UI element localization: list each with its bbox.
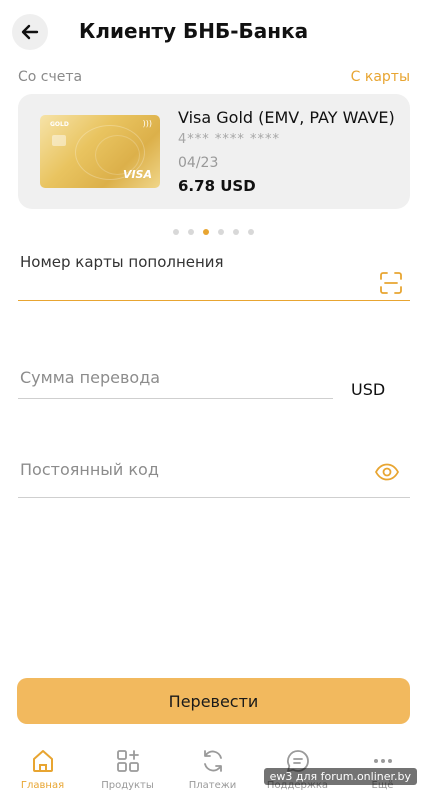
contactless-icon: ))) — [142, 119, 152, 128]
switch-to-card-link[interactable]: С карты — [351, 69, 410, 85]
selected-card[interactable]: GOLD ))) VISA Visa Gold (EMV, PAY WAVE) … — [18, 94, 410, 209]
card-number: 4*** **** **** — [178, 132, 281, 147]
source-row: Со счета С карты — [18, 68, 410, 88]
header: Клиенту БНБ-Банка — [0, 0, 427, 62]
amount-field[interactable]: Сумма перевода — [18, 360, 333, 399]
payments-icon — [203, 750, 222, 772]
scan-icon[interactable] — [380, 272, 402, 294]
tab-label: Продукты — [101, 780, 154, 791]
carousel-dot[interactable] — [173, 229, 179, 235]
page-title: Клиенту БНБ-Банка — [79, 19, 309, 43]
watermark: ew3 для forum.onliner.by — [263, 768, 417, 785]
chip-icon — [52, 135, 66, 146]
tab-label: Платежи — [188, 780, 237, 791]
card-number-field[interactable]: Номер карты пополнения — [18, 247, 410, 301]
card-expiry: 04/23 — [178, 155, 219, 171]
carousel-dot[interactable] — [218, 229, 224, 235]
card-image: GOLD ))) VISA — [40, 115, 160, 188]
carousel-dot[interactable] — [188, 229, 194, 235]
carousel-indicator — [173, 229, 254, 235]
carousel-dot-active[interactable] — [203, 229, 209, 235]
card-number-field-label: Номер карты пополнения — [20, 253, 224, 271]
products-icon — [116, 750, 139, 772]
back-button[interactable] — [12, 14, 48, 50]
card-image-label: GOLD — [50, 121, 69, 128]
source-label: Со счета — [18, 69, 83, 85]
code-field-label: Постоянный код — [20, 460, 159, 479]
home-icon — [32, 750, 53, 772]
currency-label: USD — [351, 380, 386, 399]
transfer-button[interactable]: Перевести — [17, 678, 410, 724]
tab-label: Главная — [20, 780, 65, 791]
amount-field-label: Сумма перевода — [20, 368, 161, 387]
eye-icon[interactable] — [375, 463, 399, 481]
code-field[interactable]: Постоянный код — [18, 452, 410, 498]
arrow-left-icon — [21, 24, 39, 40]
card-balance: 6.78 USD — [178, 177, 256, 195]
visa-logo: VISA — [122, 168, 152, 181]
tab-home[interactable]: Главная — [0, 740, 85, 800]
carousel-dot[interactable] — [233, 229, 239, 235]
tab-payments[interactable]: Платежи — [170, 740, 255, 800]
carousel-dot[interactable] — [248, 229, 254, 235]
tab-products[interactable]: Продукты — [85, 740, 170, 800]
card-name: Visa Gold (EMV, PAY WAVE) — [178, 108, 395, 127]
